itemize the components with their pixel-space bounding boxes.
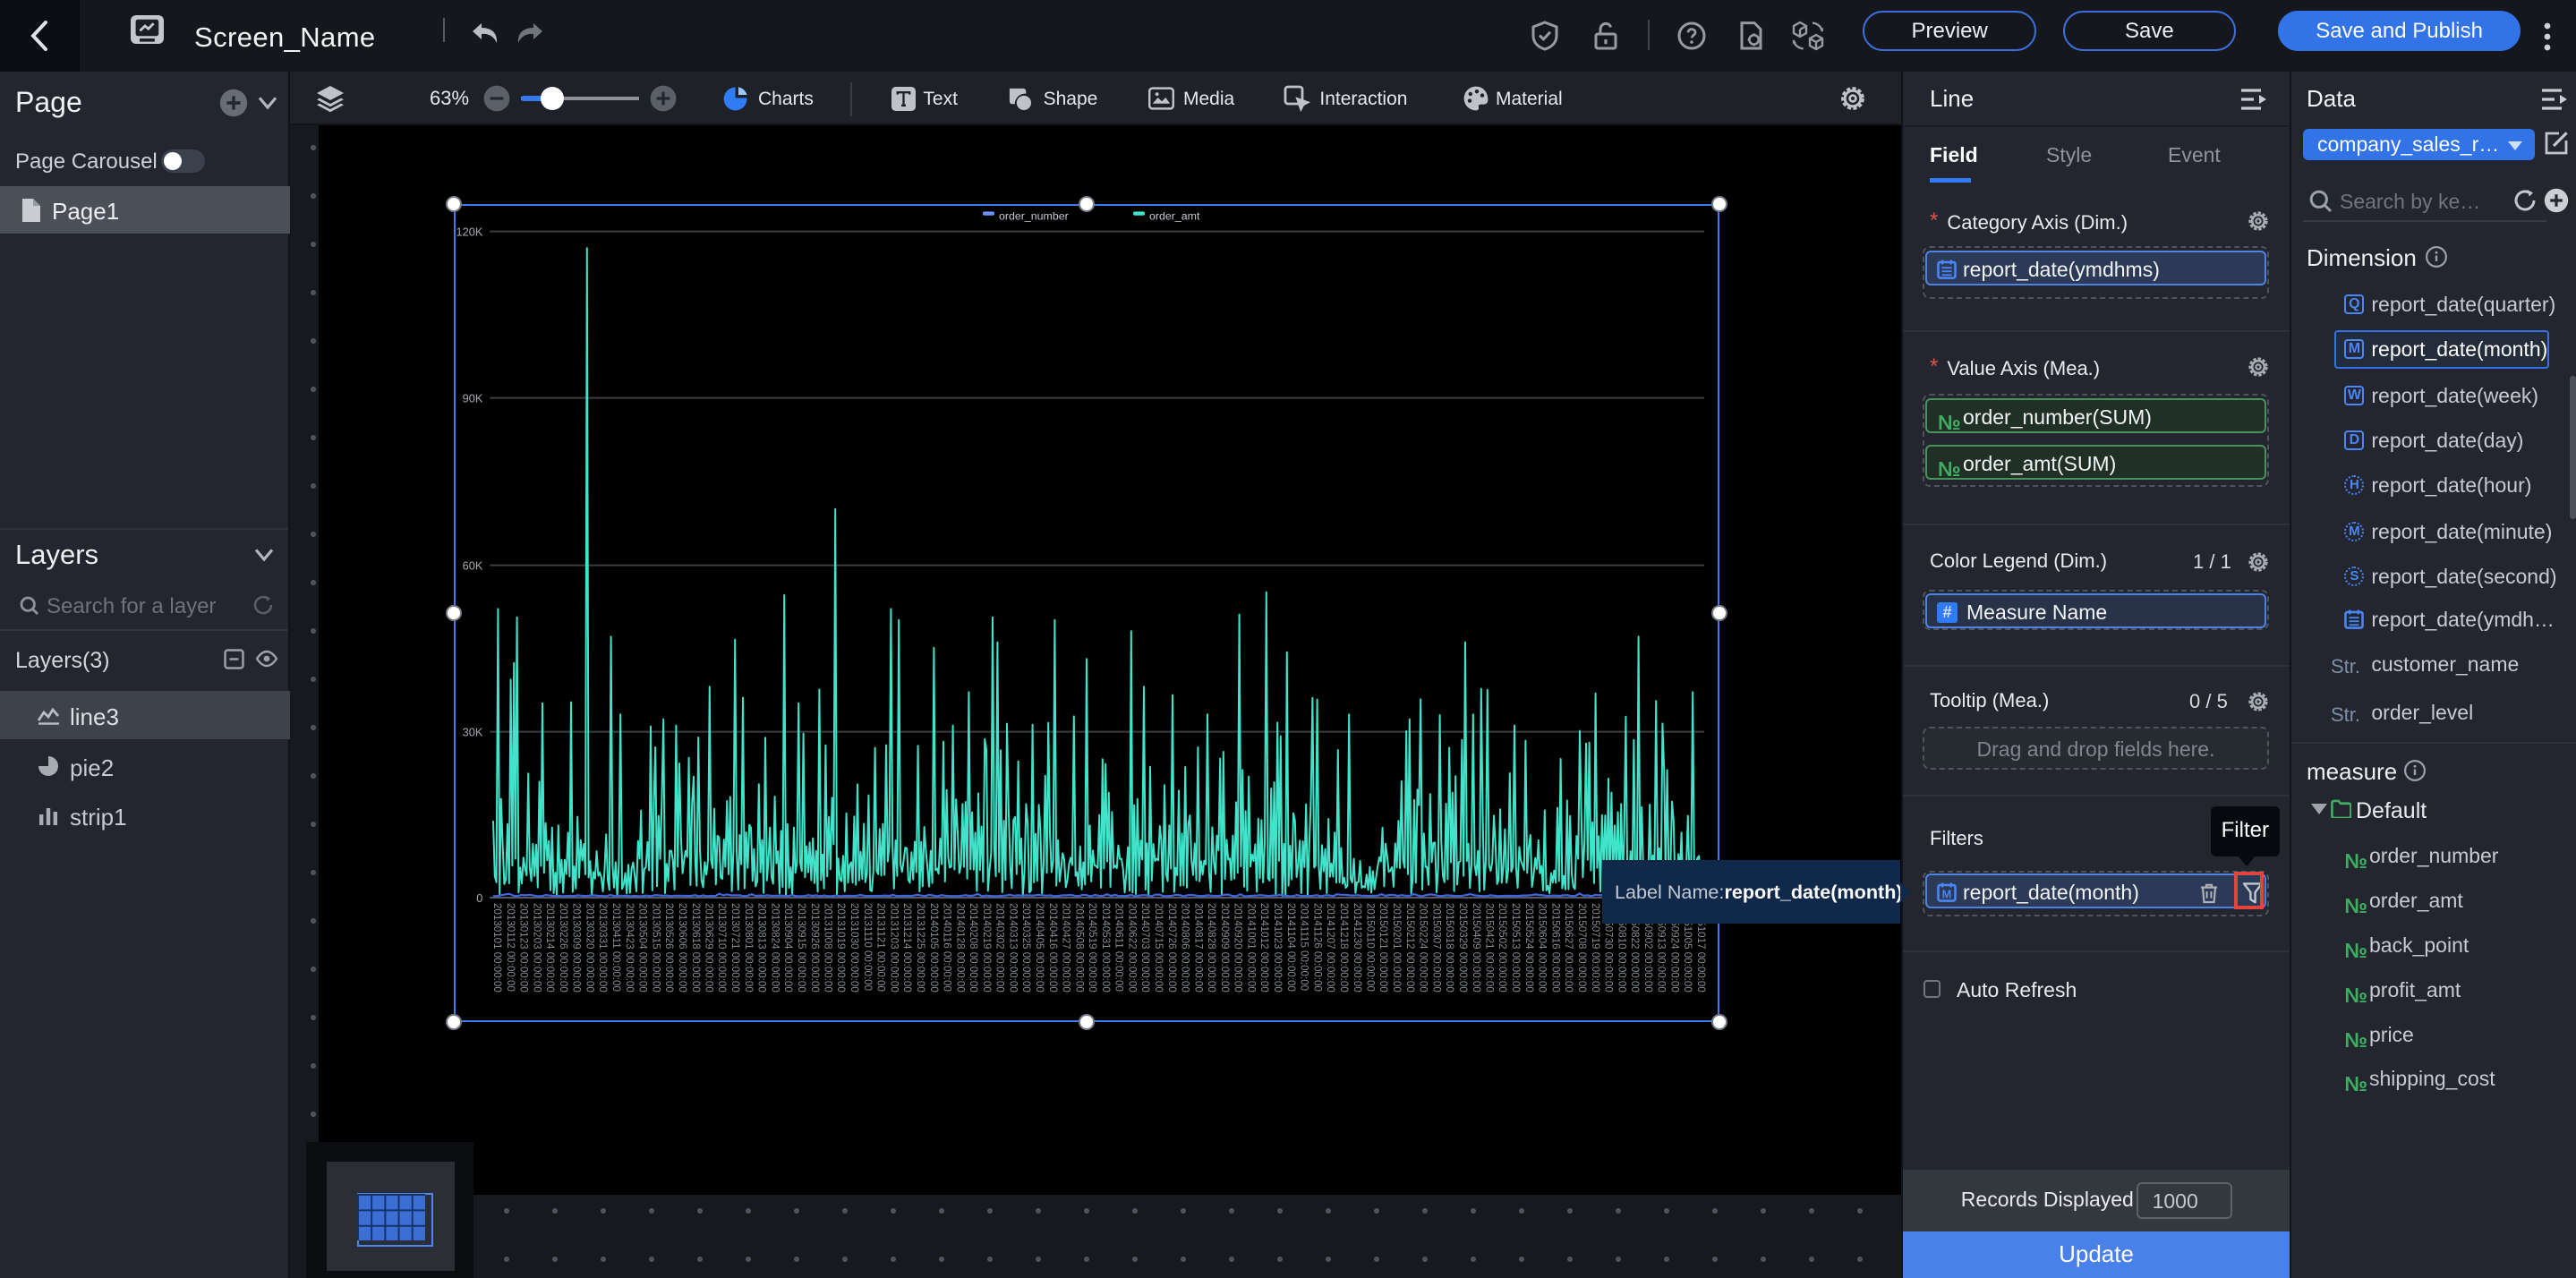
svg-text:M: M [1942, 887, 1952, 900]
